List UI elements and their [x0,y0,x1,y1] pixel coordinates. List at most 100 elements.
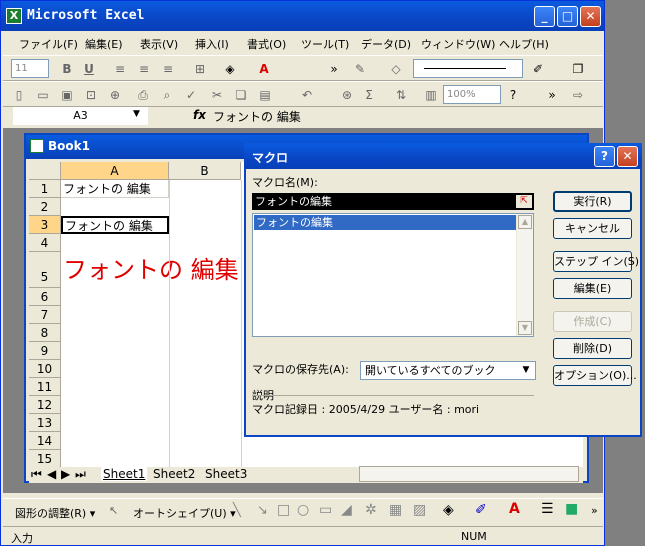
3d-style-icon[interactable]: ■ [565,501,578,517]
research-icon[interactable]: ⇨ [569,86,587,104]
draw-menu-button[interactable]: 図形の調整(R) ▾ [15,505,95,521]
cell-a5[interactable]: フォントの 編集 [61,252,261,288]
menu-view[interactable]: 表示(V) [140,36,178,52]
arrow-icon[interactable]: ↘ [257,503,268,518]
row-header[interactable]: 12 [29,396,61,414]
fx-icon[interactable]: fx [193,108,206,122]
pen-icon[interactable]: ✎ [351,60,369,78]
row-header[interactable]: 14 [29,432,61,450]
line-icon[interactable]: ╲ [233,503,241,518]
eraser-icon[interactable]: ◇ [387,60,405,78]
save-icon[interactable]: ▣ [59,86,75,104]
row-header[interactable]: 8 [29,324,61,342]
scroll-up-icon[interactable]: ▲ [518,215,532,229]
collapse-dialog-icon[interactable]: ⇱ [516,195,532,208]
chart-icon[interactable]: ▥ [423,86,439,104]
create-button[interactable]: 作成(C) [553,311,632,332]
row-header[interactable]: 10 [29,360,61,378]
row-header[interactable]: 9 [29,342,61,360]
sort-icon[interactable]: ⇅ [393,86,409,104]
chevron-down-icon[interactable]: ▼ [133,109,140,119]
print-icon[interactable]: ⎙ [135,86,151,104]
bold-button[interactable]: B [59,60,75,78]
borders-icon[interactable]: ⊞ [191,60,209,78]
zoom-combo[interactable]: 100% [443,85,501,104]
minimize-button[interactable]: _ [534,6,555,27]
row-header[interactable]: 2 [29,198,61,216]
select-objects-icon[interactable]: ↖ [109,504,118,517]
options-button[interactable]: オプション(O)... [553,365,637,386]
underline-button[interactable]: U [81,60,97,78]
sheet-tab-2[interactable]: Sheet2 [153,467,195,481]
row-header[interactable]: 7 [29,306,61,324]
column-header-b[interactable]: B [169,162,241,180]
macro-location-select[interactable]: 開いているすべてのブック [360,361,536,380]
align-center-icon[interactable]: ≡ [135,60,153,78]
sheet-tab-3[interactable]: Sheet3 [205,467,247,481]
copy-icon[interactable]: ❏ [233,86,249,104]
cut-icon[interactable]: ✂ [209,86,225,104]
close-button[interactable]: ✕ [580,6,601,27]
fill-color-icon[interactable]: ◈ [221,60,239,78]
sheet-tab-1[interactable]: Sheet1 [101,467,148,481]
copy-format-icon[interactable]: ❐ [569,60,587,78]
line-style-icon[interactable]: ☰ [541,501,554,517]
permission-icon[interactable]: ⊡ [83,86,99,104]
formula-input[interactable]: フォントの 編集 [213,108,301,125]
open-icon[interactable]: ▭ [35,86,51,104]
autoshapes-menu-button[interactable]: オートシェイプ(U) ▾ [133,505,236,521]
toolbar-options-icon[interactable]: » [329,60,339,78]
clipart-icon[interactable]: ▦ [389,502,402,518]
row-header[interactable]: 11 [29,378,61,396]
wordart-icon[interactable]: ◢ [341,502,352,518]
column-header-a[interactable]: A [61,162,169,180]
maximize-button[interactable]: □ [557,6,578,27]
line-style-combo[interactable] [413,59,523,78]
row-header[interactable]: 4 [29,234,61,252]
run-button[interactable]: 実行(R) [553,191,632,212]
spelling-icon[interactable]: ✓ [183,86,199,104]
menu-data[interactable]: データ(D) [361,36,411,52]
step-into-button[interactable]: ステップ イン(S) [553,251,639,272]
menu-window[interactable]: ウィンドウ(W) [421,36,495,52]
macro-name-input[interactable]: フォントの編集 [252,193,534,210]
hyperlink-icon[interactable]: ⊛ [339,86,355,104]
name-box[interactable]: A3 [13,107,148,125]
toolbar-options-icon-2[interactable]: » [547,86,557,104]
rectangle-icon[interactable]: □ [277,502,290,518]
oval-icon[interactable]: ○ [297,502,309,518]
help-icon[interactable]: ? [505,86,521,104]
align-left-icon[interactable]: ≡ [111,60,129,78]
line-color-icon[interactable]: ✐ [529,60,547,78]
prev-sheet-icon[interactable]: ◀ [47,467,56,481]
search-icon[interactable]: ⌕ [159,86,175,104]
macro-list-item[interactable]: フォントの編集 [254,215,516,230]
font-color-draw-icon[interactable]: A [509,501,520,517]
menu-format[interactable]: 書式(O) [247,36,286,52]
first-sheet-icon[interactable]: ⏮ [31,467,42,482]
chevron-down-icon[interactable]: ▼ [518,363,534,378]
font-color-icon[interactable]: A [255,60,273,78]
new-icon[interactable]: ▯ [11,86,27,104]
print-preview-icon[interactable]: ⊕ [107,86,123,104]
font-size-combo[interactable]: 11 [11,59,49,78]
paste-icon[interactable]: ▤ [257,86,273,104]
last-sheet-icon[interactable]: ⏭ [75,467,86,482]
row-header[interactable]: 6 [29,288,61,306]
edit-button[interactable]: 編集(E) [553,278,632,299]
horizontal-scrollbar[interactable] [359,466,579,482]
cell-a1[interactable]: フォントの 編集 [61,180,169,198]
textbox-icon[interactable]: ▭ [319,502,332,518]
delete-button[interactable]: 削除(D) [553,338,632,359]
row-header[interactable]: 5 [29,252,61,288]
menu-file[interactable]: ファイル(F) [19,36,78,52]
select-all-corner[interactable] [29,162,61,180]
autosum-icon[interactable]: Σ [361,86,377,104]
row-header[interactable]: 1 [29,180,61,198]
align-right-icon[interactable]: ≡ [159,60,177,78]
cancel-button[interactable]: キャンセル [553,218,632,239]
macro-list[interactable]: フォントの編集 ▲ ▼ [252,213,534,337]
help-button[interactable]: ? [594,146,615,167]
menu-insert[interactable]: 挿入(I) [195,36,229,52]
menu-edit[interactable]: 編集(E) [85,36,123,52]
